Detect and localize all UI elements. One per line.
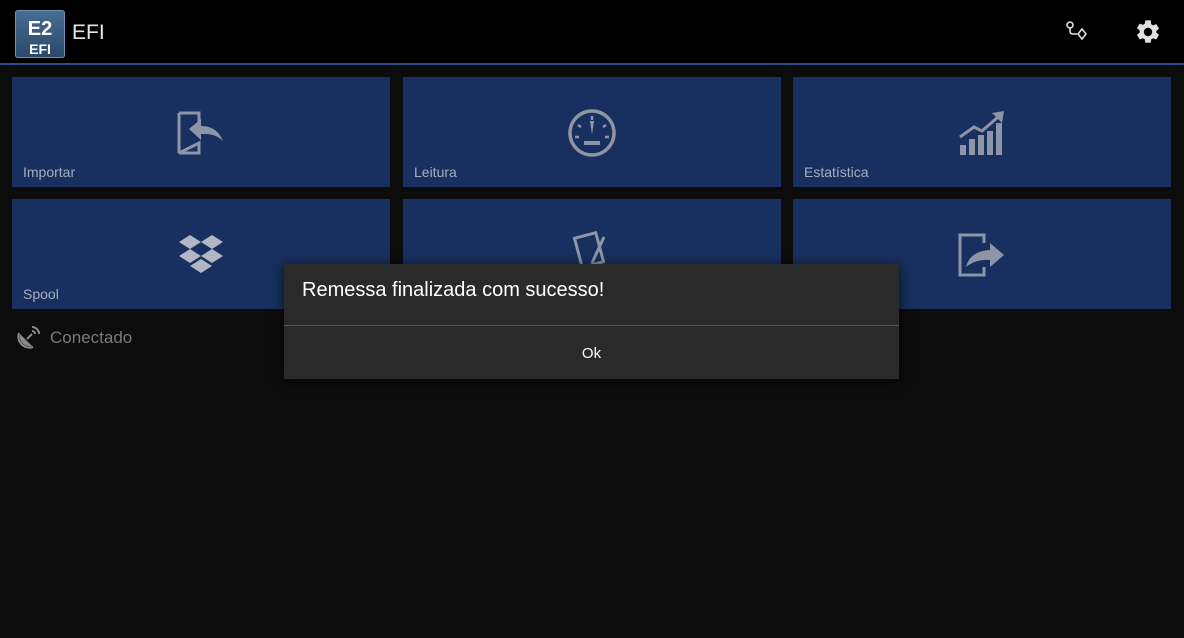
export-icon: [956, 229, 1008, 281]
app-title: EFI: [72, 21, 105, 44]
ok-button[interactable]: Ok: [284, 326, 899, 379]
gear-icon[interactable]: [1134, 18, 1162, 46]
app-logo: E2 EFI: [15, 10, 65, 58]
route-icon[interactable]: [1063, 18, 1091, 46]
dropbox-icon: [175, 229, 227, 281]
svg-text:EFI: EFI: [29, 41, 51, 57]
tile-label: Importar: [23, 164, 76, 180]
tile-label: Spool: [23, 286, 59, 302]
app-bar: E2 EFI EFI: [0, 0, 1184, 63]
connection-status: Conectado: [16, 324, 186, 352]
app-window: E2 EFI EFI Importar Leitura Estatística …: [0, 0, 1184, 638]
tile-importar[interactable]: Importar: [12, 77, 390, 187]
import-icon: [175, 107, 227, 159]
tile-estatistica[interactable]: Estatística: [793, 77, 1171, 187]
dialog-message: Remessa finalizada com sucesso!: [302, 279, 605, 301]
tile-label: Leitura: [414, 164, 457, 180]
status-text: Conectado: [50, 328, 133, 347]
gauge-icon: [566, 107, 618, 159]
tile-label: Estatística: [804, 164, 869, 180]
tile-leitura[interactable]: Leitura: [403, 77, 781, 187]
satellite-icon: [16, 324, 42, 350]
svg-text:E2: E2: [28, 18, 52, 40]
chart-growth-icon: [956, 107, 1008, 159]
alert-dialog: Remessa finalizada com sucesso! Ok: [284, 264, 899, 379]
